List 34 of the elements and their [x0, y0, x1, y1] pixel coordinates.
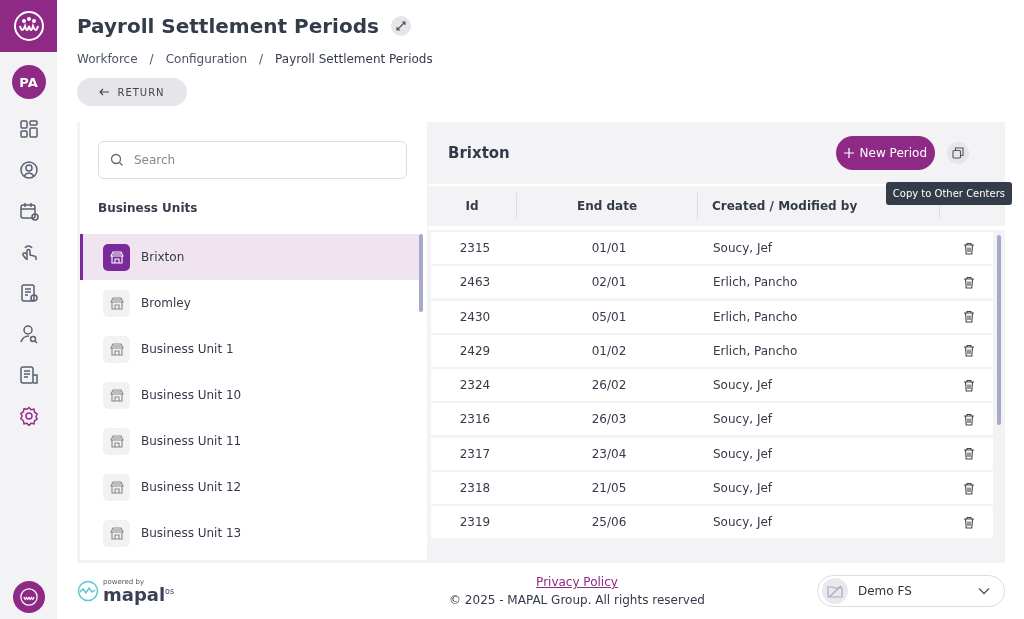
table-cell-text: 25/06	[590, 515, 628, 530]
table-cell-text: 26/02	[590, 378, 628, 393]
table-cell-text: Soucy, Jef	[712, 515, 774, 530]
table-cell-text: 2316	[458, 412, 492, 427]
page-title: Payroll Settlement Periods	[77, 14, 379, 38]
tooltip: Copy to Other Centers	[885, 182, 1012, 205]
table-cell-text: 2319	[458, 515, 492, 530]
table-cell-text: 2324	[458, 378, 492, 393]
section-heading: Business Units	[98, 201, 199, 217]
breadcrumb-separator: /	[259, 52, 264, 66]
table-cell-text: 01/02	[590, 343, 628, 358]
table-cell-text: Soucy, Jef	[712, 412, 774, 427]
table-cell-text: 05/01	[590, 309, 628, 324]
table-cell-text: 01/01	[590, 241, 628, 255]
table-cell-text: 2429	[458, 343, 492, 358]
table-cell-text: Erlich, Pancho	[712, 309, 799, 324]
unit-title: Brixton	[448, 144, 511, 162]
table-cell-text: Erlich, Pancho	[712, 275, 799, 290]
table-cell-text: 2315	[458, 241, 492, 255]
table-cell-text: 2318	[458, 481, 492, 496]
table-cell-text: 2317	[458, 446, 492, 461]
table-cell-text: Erlich, Pancho	[712, 343, 799, 358]
table-cell-text: 23/04	[590, 446, 628, 461]
table-cell-text: 21/05	[590, 481, 628, 496]
table-cell-text: 26/03	[590, 412, 628, 427]
table-cell-text: Soucy, Jef	[712, 241, 774, 255]
table-cell-text: Soucy, Jef	[712, 446, 774, 461]
table-cell-text: Soucy, Jef	[712, 481, 774, 496]
table-cell-text: Soucy, Jef	[712, 378, 774, 393]
copyright-text: © 2025 - MAPAL Group. All rights reserved	[449, 593, 705, 607]
table-cell-text: 2430	[458, 309, 492, 324]
breadcrumb-separator: /	[149, 52, 154, 66]
table-cell-text: 02/01	[590, 275, 628, 290]
table-cell-text: 2463	[458, 275, 492, 290]
